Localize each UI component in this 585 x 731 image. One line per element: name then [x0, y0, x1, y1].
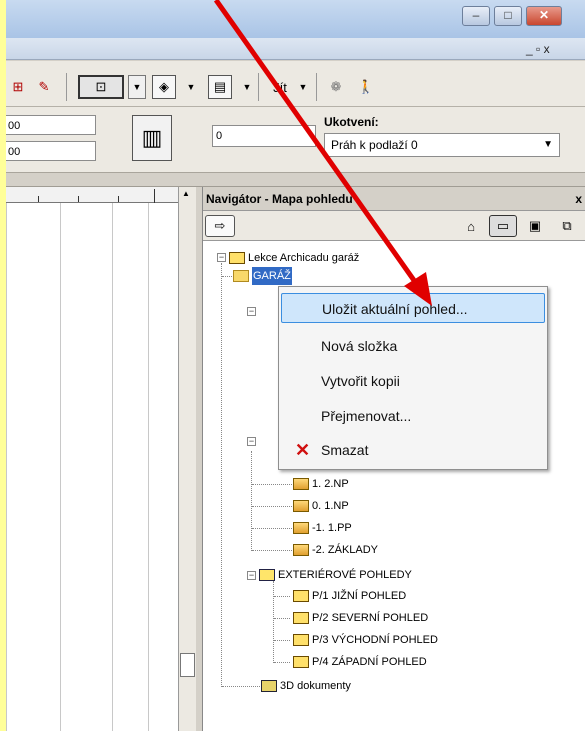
title-bar: – □ ✕ — [6, 0, 585, 38]
horizontal-ruler — [6, 187, 178, 203]
tree-item-floor[interactable]: 1. 2.NP — [293, 475, 349, 493]
collapse-toggle[interactable]: − — [247, 437, 256, 446]
story-icon — [293, 544, 309, 556]
offset-field[interactable]: 0 — [212, 125, 316, 147]
collapse-toggle[interactable]: − — [247, 307, 256, 316]
tree-item-3d-documents[interactable]: 3D dokumenty — [261, 677, 351, 695]
view-map-icon[interactable]: ▭ — [489, 215, 517, 237]
walk-icon[interactable]: 🚶 — [356, 75, 376, 99]
collapse-toggle[interactable]: − — [217, 253, 226, 262]
tree-folder-garage[interactable]: GARÁŽ — [233, 267, 292, 285]
maximize-button[interactable]: □ — [494, 6, 522, 26]
scroll-up-icon[interactable]: ▲ — [182, 189, 190, 198]
tree-folder-label: GARÁŽ — [252, 267, 292, 285]
context-menu: Uložit aktuální pohled... Nová složka Vy… — [278, 286, 548, 470]
close-button[interactable]: ✕ — [526, 6, 562, 26]
navigator-menu-icon[interactable]: ⇨ — [205, 215, 235, 237]
vertical-scrollbar[interactable]: ▲ — [178, 187, 196, 731]
tree-item-floor[interactable]: -1. 1.PP — [293, 519, 352, 537]
menu-item-new-folder[interactable]: Nová složka — [281, 331, 545, 361]
toolbar-separator — [258, 73, 259, 101]
tree-item-elevation[interactable]: P/3 VÝCHODNÍ POHLED — [293, 631, 438, 649]
anchor-select[interactable]: Práh k podlaží 0 ▼ — [324, 133, 560, 157]
toolbar-separator — [316, 73, 317, 101]
pen-tool-icon[interactable]: ✎ — [34, 75, 54, 99]
menu-item-save-current-view[interactable]: Uložit aktuální pohled... — [281, 293, 545, 323]
navigator-title: Navigátor - Mapa pohledu — [206, 192, 353, 206]
orbit-icon[interactable]: ❁ — [324, 75, 348, 99]
3d-document-icon — [261, 680, 277, 692]
elevation-icon — [293, 590, 309, 602]
elevation-icon — [293, 656, 309, 668]
layout-book-icon[interactable]: ▣ — [523, 215, 547, 237]
tree-root-label: Lekce Archicadu garáž — [248, 252, 360, 264]
goto-label[interactable]: Jít — [268, 75, 292, 99]
door-anchor-icon[interactable]: ▥ — [132, 115, 172, 161]
tree-folder-elevations[interactable]: EXTERIÉROVÉ POHLEDY — [259, 566, 412, 584]
tree-item-floor[interactable]: -2. ZÁKLADY — [293, 541, 378, 559]
minimize-button[interactable]: – — [462, 6, 490, 26]
navigator-close-button[interactable]: x — [575, 187, 582, 211]
story-icon — [293, 500, 309, 512]
grid-tool-icon[interactable]: ⊞ — [8, 75, 28, 99]
info-box: 00 00 ▥ 0 Ukotvení: Práh k podlaží 0 ▼ — [6, 107, 585, 173]
delete-icon: ✕ — [295, 440, 311, 460]
menu-item-rename[interactable]: Přejmenovat... — [281, 401, 545, 431]
menu-item-delete[interactable]: ✕ Smazat — [281, 435, 545, 465]
divider-strip — [6, 173, 585, 187]
view-dropdown-arrow[interactable]: ▼ — [128, 75, 146, 99]
folder-icon — [233, 270, 249, 282]
elevation-folder-icon — [259, 569, 275, 581]
scroll-thumb[interactable] — [180, 653, 195, 677]
elevation-icon — [293, 634, 309, 646]
menu-item-duplicate[interactable]: Vytvořit kopii — [281, 366, 545, 396]
layout-dropdown-arrow[interactable]: ▼ — [238, 75, 256, 99]
elevation-icon — [293, 612, 309, 624]
publisher-sets-icon[interactable]: ⧉ — [555, 215, 579, 237]
collapse-toggle[interactable]: − — [247, 571, 256, 580]
mdi-window-controls[interactable]: _ ▫ x — [526, 42, 550, 56]
layout-icon[interactable]: ▤ — [208, 75, 232, 99]
project-icon — [229, 252, 245, 264]
navigator-toolbar: ⇨ ⌂ ▭ ▣ ⧉ — [203, 211, 585, 241]
dimension-field-1[interactable]: 00 — [6, 115, 96, 135]
story-icon — [293, 478, 309, 490]
3d-window-icon[interactable]: ◈ — [152, 75, 176, 99]
floor-plan-canvas[interactable] — [6, 187, 178, 731]
tree-root[interactable]: Lekce Archicadu garáž — [229, 249, 359, 267]
dimension-field-2[interactable]: 00 — [6, 141, 96, 161]
archicad-window: – □ ✕ _ ▫ x ⊞ ✎ ⊡ ▼ ◈ ▼ ▤ ▼ Jít ▼ ❁ 🚶 00… — [6, 0, 585, 731]
menu-bar: _ ▫ x — [6, 38, 585, 60]
project-map-icon[interactable]: ⌂ — [459, 215, 483, 237]
anchor-select-value: Práh k podlaží 0 — [331, 138, 418, 152]
3d-dropdown-arrow[interactable]: ▼ — [182, 75, 200, 99]
goto-dropdown-arrow[interactable]: ▼ — [294, 75, 312, 99]
toolbar-separator — [66, 73, 67, 101]
tree-item-elevation[interactable]: P/4 ZÁPADNÍ POHLED — [293, 653, 427, 671]
floor-plan-view-button[interactable]: ⊡ — [78, 75, 124, 99]
tree-item-elevation[interactable]: P/2 SEVERNÍ POHLED — [293, 609, 428, 627]
tree-item-floor[interactable]: 0. 1.NP — [293, 497, 349, 515]
tree-item-elevation[interactable]: P/1 JIŽNÍ POHLED — [293, 587, 406, 605]
toolbar: ⊞ ✎ ⊡ ▼ ◈ ▼ ▤ ▼ Jít ▼ ❁ 🚶 — [6, 61, 585, 107]
chevron-down-icon: ▼ — [543, 139, 553, 150]
anchor-label: Ukotvení: — [324, 115, 379, 129]
navigator-title-bar: Navigátor - Mapa pohledu x — [203, 187, 585, 211]
story-icon — [293, 522, 309, 534]
